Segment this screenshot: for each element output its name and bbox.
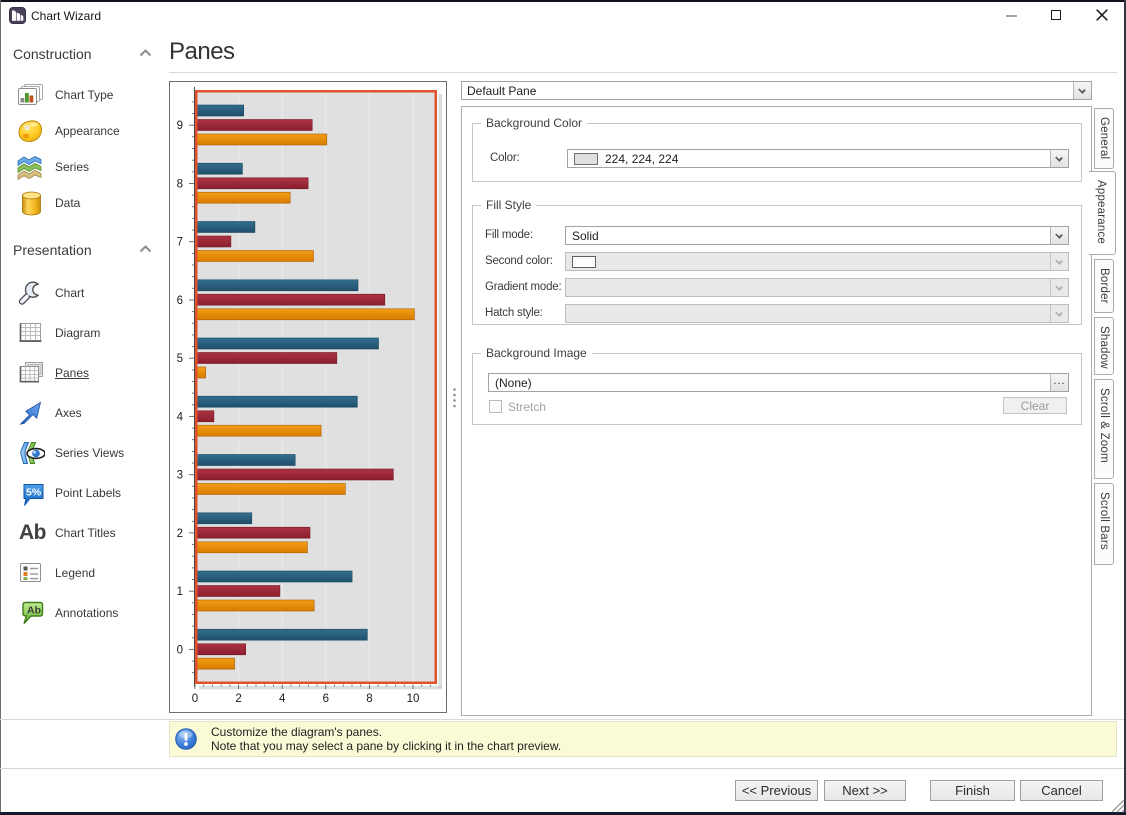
svg-text:8: 8 [366, 693, 372, 705]
svg-text:9: 9 [177, 120, 183, 132]
svg-text:Ab: Ab [27, 605, 41, 617]
svg-text:4: 4 [177, 411, 184, 423]
svg-text:7: 7 [177, 237, 183, 249]
svg-text:10: 10 [407, 693, 420, 705]
svg-text:0: 0 [192, 693, 198, 705]
svg-text:3: 3 [177, 470, 183, 482]
svg-text:5%: 5% [26, 487, 42, 499]
svg-text:4: 4 [279, 693, 286, 705]
svg-text:6: 6 [177, 295, 183, 307]
svg-text:2: 2 [235, 693, 241, 705]
svg-text:0: 0 [177, 645, 183, 657]
svg-text:2: 2 [177, 528, 183, 540]
svg-text:8: 8 [177, 179, 183, 191]
svg-text:1: 1 [177, 586, 183, 598]
svg-text:6: 6 [323, 693, 329, 705]
svg-text:5: 5 [177, 353, 183, 365]
